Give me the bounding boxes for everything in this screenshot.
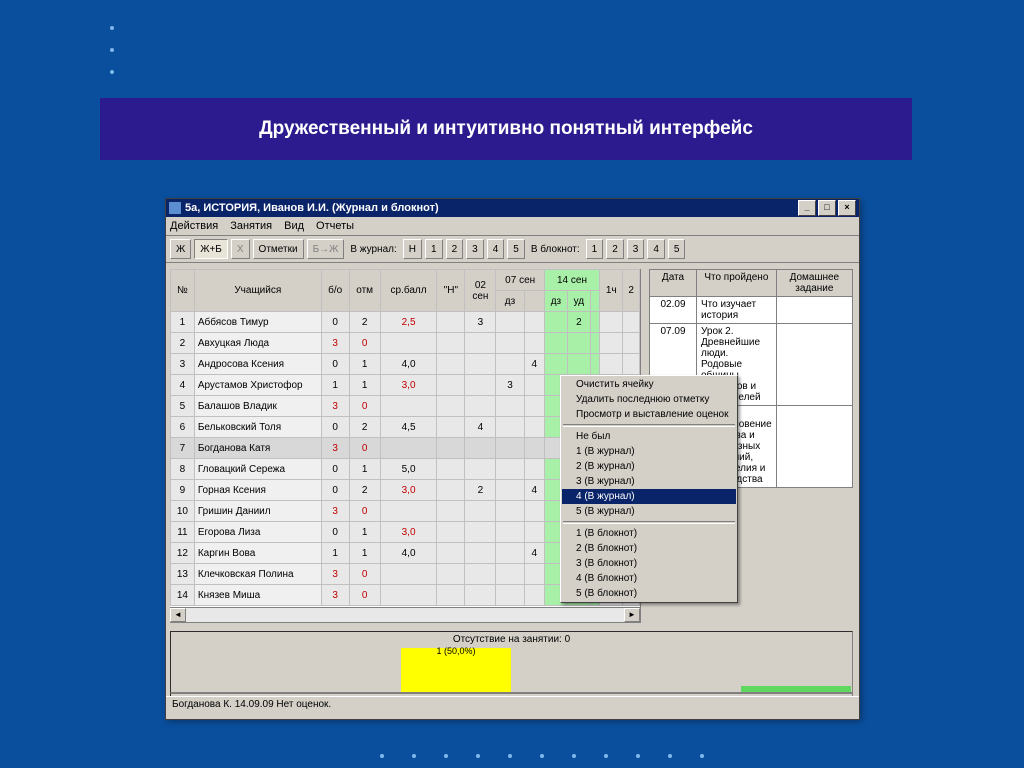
menu-item[interactable]: 1 (В журнал) — [562, 444, 736, 459]
notebook-3-button[interactable]: 3 — [627, 239, 645, 259]
mode-zhb-button[interactable]: Ж+Б — [194, 239, 228, 259]
menu-item[interactable]: Удалить последнюю отметку — [562, 392, 736, 407]
slide-bullets — [110, 8, 114, 92]
journal-4-button[interactable]: 4 — [487, 239, 505, 259]
menu-item[interactable]: 2 (В журнал) — [562, 459, 736, 474]
menu-item[interactable]: Не был — [562, 429, 736, 444]
menu-item[interactable]: 1 (В блокнот) — [562, 526, 736, 541]
titlebar[interactable]: 5а, ИСТОРИЯ, Иванов И.И. (Журнал и блокн… — [166, 199, 859, 217]
table-row[interactable]: 2 Авхуцкая Люда 3 0 — [171, 333, 640, 354]
notebook-label: В блокнот: — [531, 244, 580, 255]
table-row[interactable]: 3 Андросова Ксения 0 1 4,0 4 — [171, 354, 640, 375]
journal-label: В журнал: — [350, 244, 396, 255]
scroll-left-button[interactable]: ◄ — [170, 608, 186, 622]
mode-marks-button[interactable]: Отметки — [253, 239, 304, 259]
toolbar: Ж Ж+Б X Отметки Б→Ж В журнал: Н 1 2 3 4 … — [166, 236, 859, 263]
menu-item[interactable]: 5 (В журнал) — [562, 504, 736, 519]
notebook-5-button[interactable]: 5 — [668, 239, 686, 259]
grid-hscroll[interactable]: ◄ ► — [170, 607, 640, 622]
slide-title: Дружественный и интуитивно понятный инте… — [100, 98, 912, 160]
menu-item[interactable]: 5 (В блокнот) — [562, 586, 736, 601]
chart-title: Отсутствие на занятии: 0 — [171, 634, 852, 645]
menu-item[interactable]: Очистить ячейку — [562, 377, 736, 392]
app-icon — [169, 202, 181, 214]
menu-reports[interactable]: Отчеты — [316, 220, 354, 232]
menu-item[interactable]: 4 (В журнал) — [562, 489, 736, 504]
app-window: 5а, ИСТОРИЯ, Иванов И.И. (Журнал и блокн… — [165, 198, 860, 720]
table-row[interactable]: 1 Аббясов Тимур 0 2 2,5 3 2 — [171, 312, 640, 333]
journal-2-button[interactable]: 2 — [446, 239, 464, 259]
mode-zh-button[interactable]: Ж — [170, 239, 191, 259]
notebook-1-button[interactable]: 1 — [586, 239, 604, 259]
scroll-right-button[interactable]: ► — [624, 608, 640, 622]
menu-item[interactable]: 3 (В журнал) — [562, 474, 736, 489]
absence-chart: Отсутствие на занятии: 0 1 (50,0%) — [170, 631, 853, 693]
context-menu[interactable]: Очистить ячейкуУдалить последнюю отметку… — [560, 375, 738, 603]
statusbar: Богданова К. 14.09.09 Нет оценок. — [166, 696, 859, 719]
chart-bar-label: 1 (50,0%) — [401, 646, 511, 656]
window-title: 5а, ИСТОРИЯ, Иванов И.И. (Журнал и блокн… — [185, 202, 439, 214]
journal-3-button[interactable]: 3 — [466, 239, 484, 259]
menu-item[interactable]: Просмотр и выставление оценок — [562, 407, 736, 422]
maximize-button[interactable]: □ — [818, 200, 836, 216]
journal-5-button[interactable]: 5 — [507, 239, 525, 259]
journal-n-button[interactable]: Н — [403, 239, 422, 259]
menu-item[interactable]: 3 (В блокнот) — [562, 556, 736, 571]
minimize-button[interactable]: _ — [798, 200, 816, 216]
mode-x-button: X — [231, 239, 250, 259]
notebook-4-button[interactable]: 4 — [647, 239, 665, 259]
menu-item[interactable]: 4 (В блокнот) — [562, 571, 736, 586]
close-button[interactable]: × — [838, 200, 856, 216]
notebook-2-button[interactable]: 2 — [606, 239, 624, 259]
journal-1-button[interactable]: 1 — [425, 239, 443, 259]
mode-b2zh-button: Б→Ж — [307, 239, 345, 259]
menu-actions[interactable]: Действия — [170, 220, 218, 232]
menu-lessons[interactable]: Занятия — [230, 220, 272, 232]
slide-dots-bottom — [380, 754, 704, 758]
menubar[interactable]: Действия Занятия Вид Отчеты — [166, 217, 859, 236]
plan-row[interactable]: 02.09Что изучает история — [650, 297, 853, 324]
menu-view[interactable]: Вид — [284, 220, 304, 232]
menu-item[interactable]: 2 (В блокнот) — [562, 541, 736, 556]
